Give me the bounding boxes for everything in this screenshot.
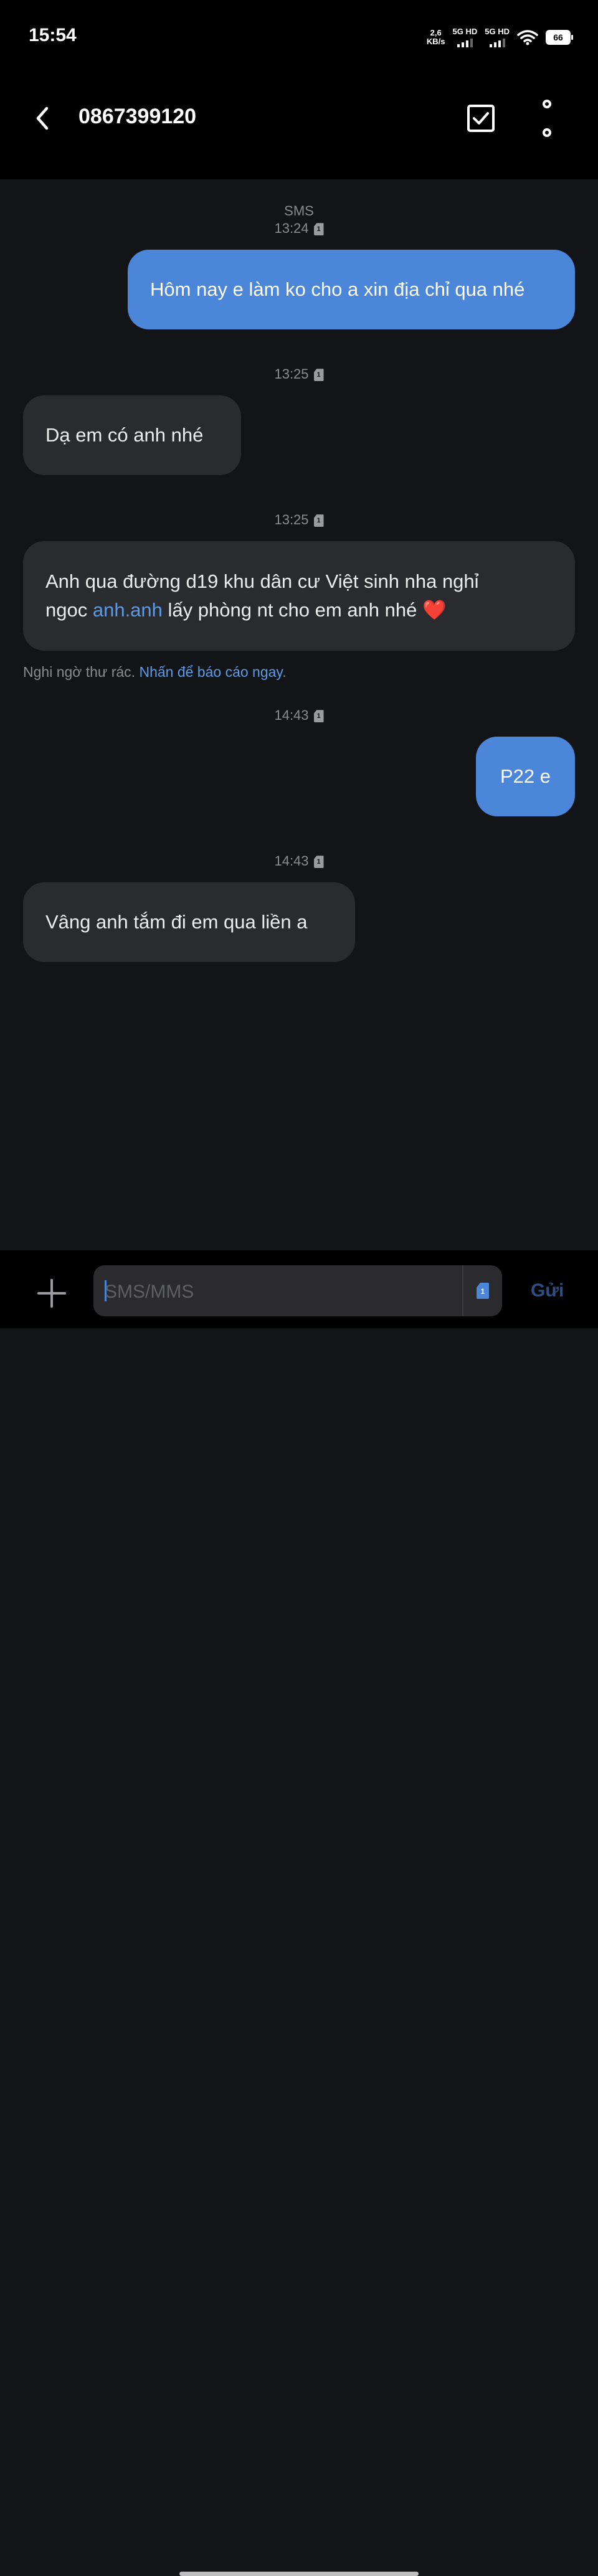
message-timestamp: 13:24 1	[0, 220, 598, 237]
incoming-message-bubble[interactable]: Dạ em có anh nhé	[23, 395, 241, 475]
message-text-line: ngoc anh.anh lấy phòng nt cho em anh nhé…	[45, 596, 447, 625]
back-button[interactable]	[26, 102, 59, 134]
message-input[interactable]: SMS/MMS 1	[93, 1265, 502, 1316]
select-checkbox-icon	[467, 105, 495, 132]
add-attachment-button[interactable]	[36, 1278, 67, 1309]
sim2-network-label: 5G HD	[485, 27, 510, 36]
outgoing-message-bubble[interactable]: P22 e	[476, 737, 575, 816]
message-text: Hôm nay e làm ko cho a xin địa chỉ qua n…	[150, 278, 525, 300]
report-spam-link[interactable]: Nhấn để báo cáo ngay	[139, 664, 282, 680]
more-options-icon	[543, 100, 551, 108]
sim-card-icon: 1	[477, 1283, 489, 1299]
back-arrow-icon	[36, 106, 49, 130]
send-button[interactable]: Gửi	[531, 1280, 564, 1301]
timestamp-text: 13:25	[274, 366, 309, 382]
message-text-line: Anh qua đường d19 khu dân cư Việt sinh n…	[45, 570, 479, 592]
message-timestamp: 13:25 1	[0, 366, 598, 382]
incoming-message-bubble[interactable]: Vâng anh tắm đi em qua liền a	[23, 882, 355, 962]
outgoing-message-bubble[interactable]: Hôm nay e làm ko cho a xin địa chỉ qua n…	[128, 250, 575, 329]
message-text: ngoc	[45, 599, 93, 621]
sim-card-icon: 1	[313, 710, 324, 723]
contact-number: 0867399120	[78, 105, 197, 128]
timestamp-text: 14:43	[274, 707, 309, 723]
spam-notice-suffix: .	[282, 664, 287, 680]
timestamp-text: 14:43	[274, 853, 309, 869]
status-bar: 15:54 2,6 KB/s 5G HD 5G HD 66	[0, 0, 598, 75]
status-icons: 2,6 KB/s 5G HD 5G HD 66	[427, 25, 573, 50]
message-timestamp: 13:25 1	[0, 512, 598, 528]
more-options-button[interactable]	[531, 100, 563, 137]
network-speed-unit: KB/s	[426, 37, 445, 46]
network-speed-value: 2,6	[430, 28, 442, 37]
message-text: P22 e	[500, 765, 551, 787]
message-timestamp: 14:43 1	[0, 707, 598, 724]
message-composer: SMS/MMS 1 Gửi	[0, 1250, 598, 2576]
battery-level: 66	[553, 32, 563, 42]
message-input-placeholder: SMS/MMS	[105, 1281, 194, 1302]
signal-bars-icon	[489, 39, 505, 47]
sim-card-icon: 1	[313, 369, 324, 382]
home-indicator[interactable]	[179, 2572, 419, 2576]
message-text: Dạ em có anh nhé	[45, 424, 204, 446]
network-speed: 2,6 KB/s	[427, 29, 445, 46]
battery-icon: 66	[546, 30, 573, 45]
more-options-icon	[543, 128, 551, 137]
status-time: 15:54	[29, 25, 77, 45]
message-text: lấy phòng nt cho em anh nhé ❤️	[162, 599, 447, 621]
signal-bars-icon	[457, 39, 473, 47]
message-link[interactable]: anh.anh	[93, 599, 163, 621]
message-timestamp: 14:43 1	[0, 853, 598, 869]
sim-card-icon: 1	[313, 514, 324, 527]
sim-card-icon: 1	[313, 223, 324, 236]
message-type-label: SMS	[284, 203, 314, 219]
sim1-network-label: 5G HD	[452, 27, 478, 36]
spam-notice: Nghi ngờ thư rác. Nhấn để báo cáo ngay.	[23, 664, 287, 681]
sim-select-button[interactable]: 1	[462, 1265, 502, 1316]
incoming-message-bubble[interactable]: Anh qua đường d19 khu dân cư Việt sinh n…	[23, 541, 575, 651]
message-list[interactable]: SMS 13:24 1 Hôm nay e làm ko cho a xin đị…	[0, 179, 598, 1250]
wifi-icon	[517, 30, 538, 45]
message-text: Vâng anh tắm đi em qua liền a	[45, 911, 308, 933]
sim2-signal: 5G HD	[485, 27, 510, 47]
select-messages-button[interactable]	[465, 102, 497, 134]
add-icon	[37, 1279, 66, 1308]
timestamp-text: 13:24	[274, 220, 309, 236]
spam-notice-text: Nghi ngờ thư rác.	[23, 664, 140, 680]
timestamp-text: 13:25	[274, 512, 309, 527]
sim-card-icon: 1	[313, 856, 324, 869]
sim1-signal: 5G HD	[452, 27, 478, 47]
conversation-header: 0867399120	[0, 75, 598, 179]
